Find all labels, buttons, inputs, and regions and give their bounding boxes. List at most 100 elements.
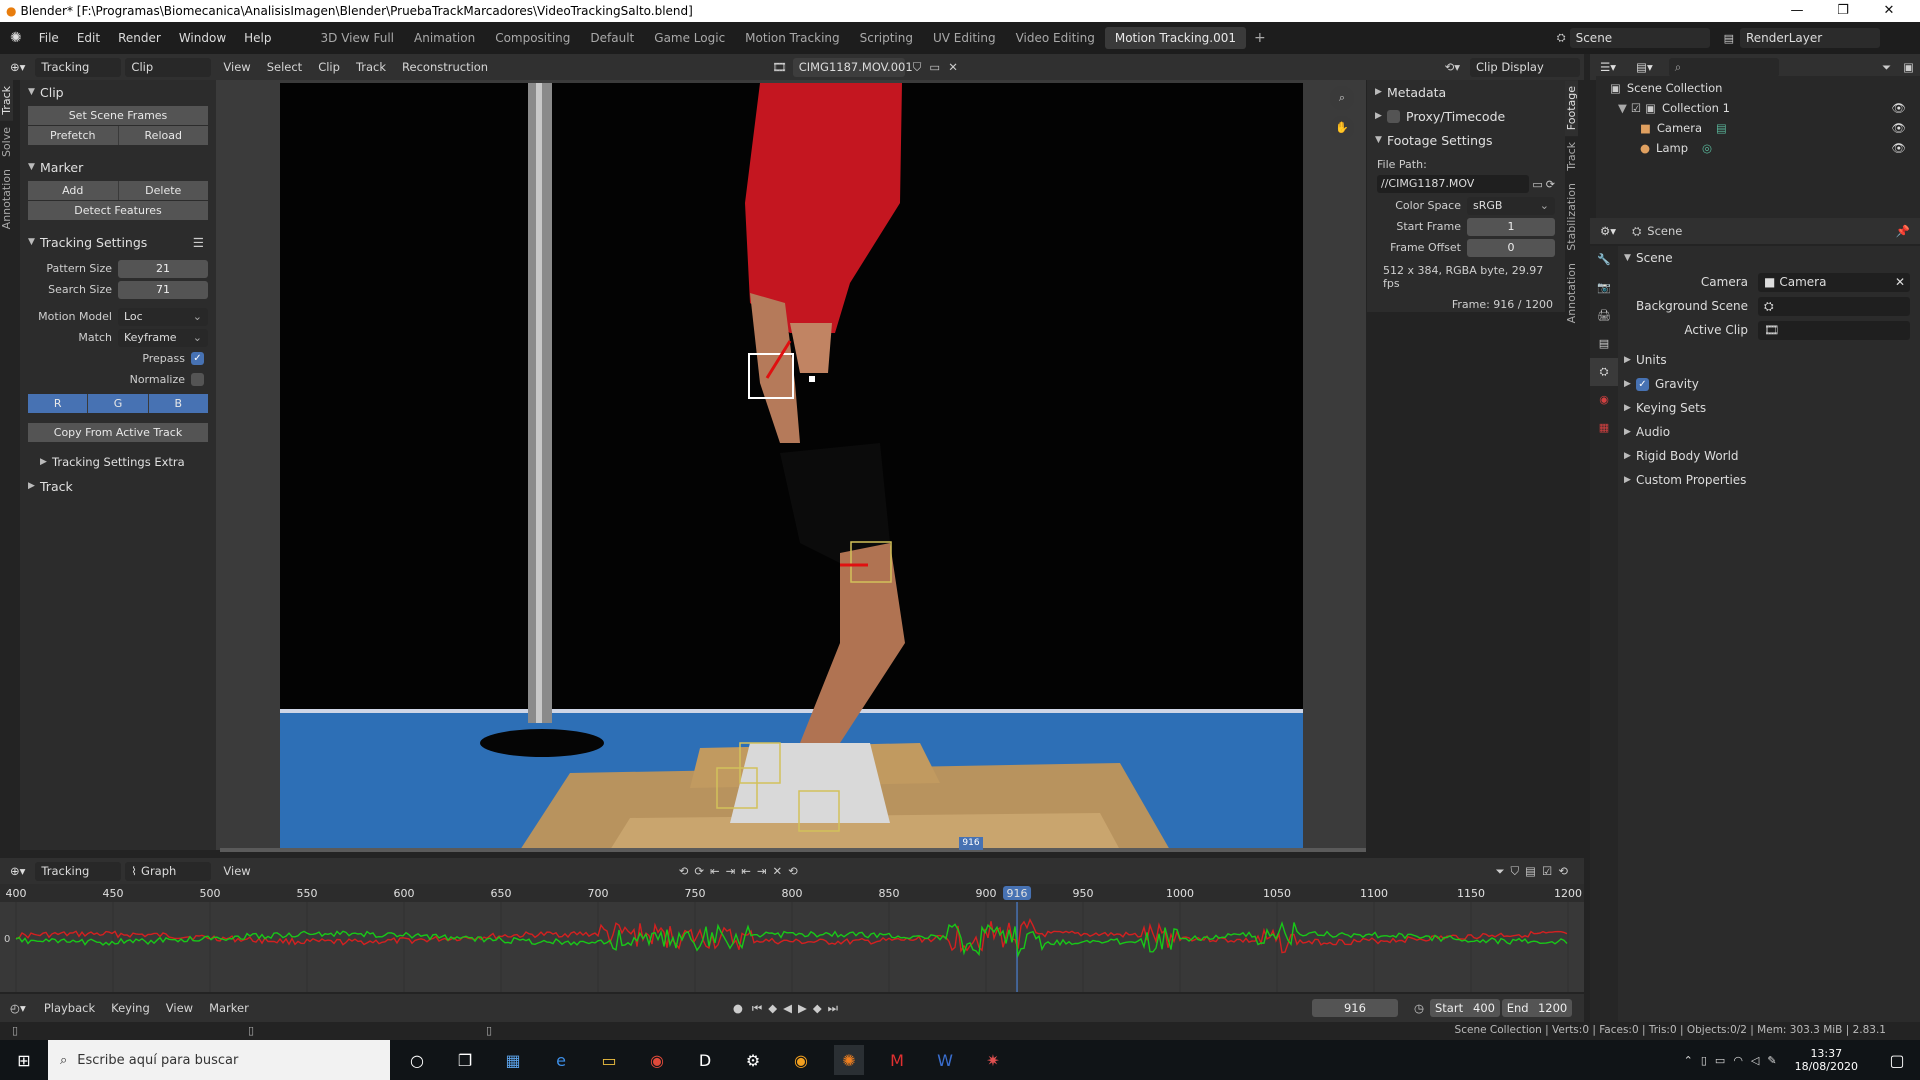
- pivot-icon[interactable]: ⟲▾: [1435, 60, 1470, 74]
- camera-field[interactable]: ■ Camera ✕: [1758, 272, 1910, 292]
- menu-timeline-view[interactable]: View: [158, 1001, 201, 1015]
- settings-icon[interactable]: ⚙: [738, 1045, 768, 1075]
- gravity-panel-header[interactable]: ▶ ✓ Gravity: [1618, 372, 1920, 396]
- workspace-tab[interactable]: 3D View Full: [311, 27, 405, 49]
- workspace-tab[interactable]: Video Editing: [1006, 27, 1105, 49]
- browser-icon[interactable]: ◉: [786, 1045, 816, 1075]
- tool-icon[interactable]: 🔧: [1590, 246, 1618, 274]
- outliner-item-lamp[interactable]: ● Lamp ◎ 👁: [1596, 138, 1920, 158]
- workspace-tab[interactable]: Scripting: [850, 27, 923, 49]
- editor-type-icon[interactable]: ◴▾: [0, 1001, 36, 1015]
- metadata-header[interactable]: ▶ Metadata: [1367, 80, 1565, 104]
- delete-marker-button[interactable]: Delete: [118, 181, 208, 200]
- windows-start-icon[interactable]: ⊞: [0, 1045, 48, 1075]
- viewlayer-selector[interactable]: RenderLayer: [1740, 28, 1880, 48]
- tab-annotation-right[interactable]: Annotation: [1565, 257, 1578, 329]
- menu-track[interactable]: Track: [348, 60, 394, 74]
- normalize-checkbox[interactable]: [191, 373, 204, 386]
- open-clip-icon[interactable]: ▭: [925, 60, 944, 74]
- tray-icons[interactable]: ⌃▯▭◠◁✎: [1684, 1054, 1785, 1067]
- panel-marker-header[interactable]: ▼ Marker: [20, 155, 216, 179]
- menu-window[interactable]: Window: [170, 31, 235, 45]
- footage-frame[interactable]: [280, 83, 1303, 850]
- play-icon[interactable]: ▶: [795, 1001, 810, 1015]
- scene-icon[interactable]: ⛭: [1553, 31, 1570, 45]
- clock-icon[interactable]: ◷: [1408, 1001, 1430, 1015]
- visibility-eye-icon[interactable]: 👁: [1891, 141, 1906, 155]
- cortana-icon[interactable]: ○: [402, 1045, 432, 1075]
- pin-icon[interactable]: 📌: [1896, 224, 1910, 238]
- scene-selector[interactable]: Scene: [1569, 28, 1710, 48]
- clip-browse-icon[interactable]: 🎞: [766, 60, 793, 74]
- app-m-icon[interactable]: M: [882, 1045, 912, 1075]
- jump-start-icon[interactable]: ⏮: [749, 1001, 765, 1016]
- proxy-checkbox[interactable]: [1387, 109, 1400, 123]
- next-key-icon[interactable]: ◆: [810, 1001, 825, 1015]
- menu-file[interactable]: File: [30, 31, 68, 45]
- scene-tab-icon[interactable]: ⛭: [1590, 358, 1618, 386]
- end-frame-timeline[interactable]: End 1200: [1502, 999, 1572, 1017]
- clip-display-dropdown[interactable]: Clip Display: [1470, 57, 1580, 77]
- add-marker-button[interactable]: Add: [28, 181, 119, 200]
- world-icon[interactable]: ◉: [1590, 386, 1618, 414]
- tab-track[interactable]: Track: [0, 80, 13, 121]
- viewlayer-icon[interactable]: ▤: [1710, 32, 1740, 45]
- menu-reconstruction[interactable]: Reconstruction: [394, 60, 496, 74]
- texture-icon[interactable]: ▦: [1590, 414, 1618, 442]
- motion-model-dropdown[interactable]: Loc ⌄: [118, 307, 208, 326]
- app-star-icon[interactable]: ✷: [978, 1045, 1008, 1075]
- rigid-body-panel-header[interactable]: ▶ Rigid Body World: [1618, 444, 1920, 468]
- output-icon[interactable]: 🖨: [1590, 302, 1618, 330]
- graph-view-selector[interactable]: ⌇ Graph: [125, 861, 212, 881]
- visibility-eye-icon[interactable]: 👁: [1891, 101, 1906, 115]
- color-space-dropdown[interactable]: sRGB ⌄: [1467, 196, 1555, 215]
- clip-scrubbar[interactable]: [220, 848, 1366, 852]
- blender-menu-icon[interactable]: ✺: [0, 30, 30, 46]
- record-icon[interactable]: ●: [727, 1001, 749, 1015]
- folder-icon[interactable]: ▭: [1529, 178, 1545, 191]
- menu-keying[interactable]: Keying: [103, 1001, 158, 1015]
- view-selector[interactable]: Clip: [125, 57, 212, 77]
- maximize-button[interactable]: ❐: [1820, 0, 1866, 22]
- unlink-clip-icon[interactable]: ✕: [944, 60, 962, 74]
- workspace-tab[interactable]: Default: [580, 27, 644, 49]
- proxy-header[interactable]: ▶ Proxy/Timecode: [1367, 104, 1565, 128]
- workspace-tab[interactable]: Animation: [404, 27, 485, 49]
- menu-marker[interactable]: Marker: [201, 1001, 257, 1015]
- tracking-settings-extra-header[interactable]: ▶ Tracking Settings Extra: [20, 450, 216, 474]
- menu-help[interactable]: Help: [235, 31, 280, 45]
- close-button[interactable]: ✕: [1866, 0, 1912, 22]
- outliner-type-icon[interactable]: ☰▾: [1590, 60, 1626, 74]
- clock[interactable]: 13:37 18/08/2020: [1795, 1047, 1858, 1073]
- menu-view[interactable]: View: [215, 60, 258, 74]
- scene-panel-header[interactable]: ▼ Scene: [1618, 246, 1920, 270]
- add-workspace-icon[interactable]: +: [1246, 30, 1274, 46]
- track-tools-icons[interactable]: ⟲⟳⇤⇥⇤⇥✕⟲: [679, 864, 804, 878]
- outliner-search-input[interactable]: ⌕: [1668, 57, 1779, 77]
- pan-hand-icon[interactable]: ✋: [1330, 116, 1354, 140]
- fake-user-icon[interactable]: ⛉: [909, 60, 926, 75]
- tab-solve[interactable]: Solve: [0, 121, 13, 163]
- footage-settings-header[interactable]: ▼ Footage Settings: [1367, 128, 1565, 152]
- chrome-icon[interactable]: ◉: [642, 1045, 672, 1075]
- calculator-icon[interactable]: ▦: [498, 1045, 528, 1075]
- tab-annotation[interactable]: Annotation: [0, 163, 13, 235]
- keying-sets-panel-header[interactable]: ▶ Keying Sets: [1618, 396, 1920, 420]
- menu-playback[interactable]: Playback: [36, 1001, 103, 1015]
- new-collection-icon[interactable]: ▣: [1897, 60, 1920, 74]
- background-scene-field[interactable]: ⛭: [1758, 296, 1910, 316]
- channel-r-toggle[interactable]: R: [28, 394, 89, 413]
- channel-b-toggle[interactable]: B: [148, 394, 208, 413]
- outliner-collection-1[interactable]: ▼ ☑ ▣ Collection 1 👁: [1596, 98, 1920, 118]
- view-layer-icon[interactable]: ▤: [1590, 330, 1618, 358]
- workspace-tab[interactable]: Compositing: [485, 27, 580, 49]
- workspace-tab[interactable]: Game Logic: [644, 27, 735, 49]
- file-explorer-icon[interactable]: ▭: [594, 1045, 624, 1075]
- filter-icon[interactable]: ⏷: [1876, 60, 1897, 75]
- menu-clip[interactable]: Clip: [310, 60, 348, 74]
- panel-clip-header[interactable]: ▼ Clip: [20, 80, 216, 104]
- tab-track-right[interactable]: Track: [1565, 136, 1578, 177]
- presets-icon[interactable]: ☰: [193, 235, 204, 250]
- outliner-item-camera[interactable]: ■ Camera ▤ 👁: [1596, 118, 1920, 138]
- gravity-checkbox[interactable]: ✓: [1636, 377, 1649, 391]
